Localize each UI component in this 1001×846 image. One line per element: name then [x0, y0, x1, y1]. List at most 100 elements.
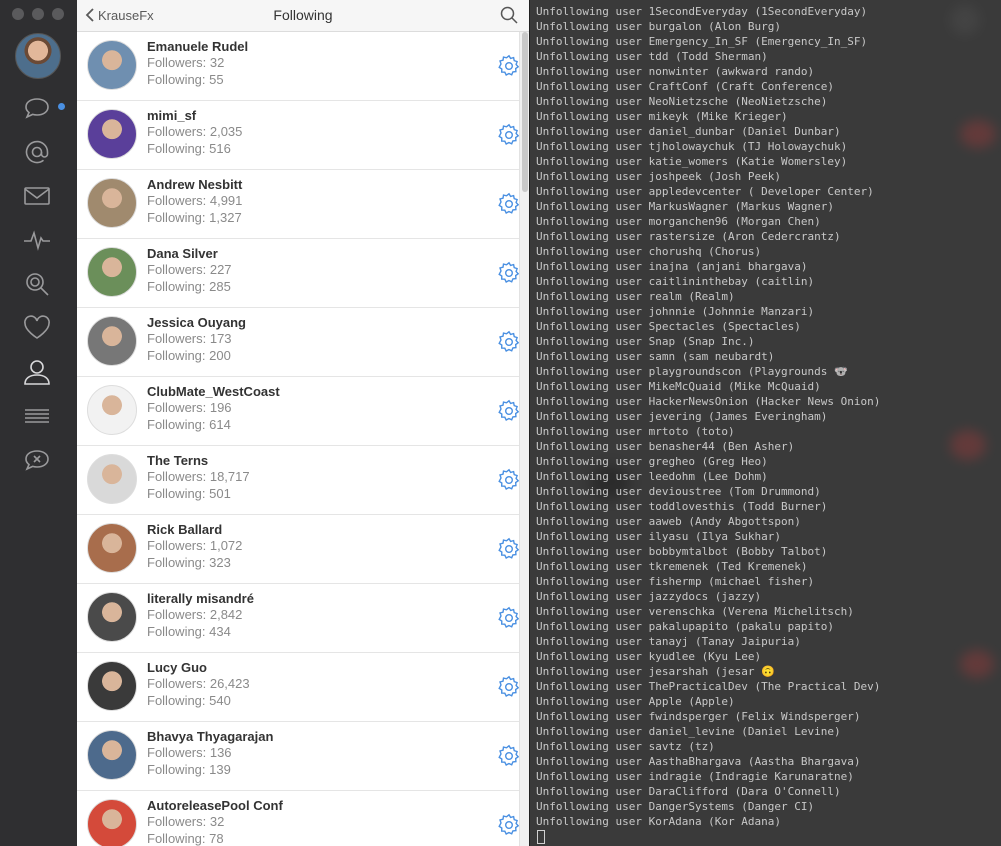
- followers-count: Followers: 26,423: [147, 676, 250, 691]
- terminal-line: Unfollowing user pakalupapito (pakalu pa…: [536, 620, 835, 633]
- user-avatar[interactable]: [87, 730, 137, 780]
- following-count: Following: 516: [147, 141, 231, 156]
- followers-count: Followers: 2,842: [147, 607, 243, 622]
- terminal-line: Unfollowing user Emergency_In_SF (Emerge…: [536, 35, 868, 48]
- terminal-line: Unfollowing user chorushq (Chorus): [536, 245, 762, 258]
- mentions-icon[interactable]: [22, 137, 52, 167]
- gear-icon[interactable]: [497, 261, 521, 285]
- panel-header: KrauseFx Following: [77, 0, 529, 32]
- user-avatar[interactable]: [87, 178, 137, 228]
- gear-icon[interactable]: [497, 330, 521, 354]
- terminal-line: Unfollowing user kyudlee (Kyu Lee): [536, 650, 762, 663]
- user-avatar[interactable]: [87, 592, 137, 642]
- unread-indicator: [58, 103, 65, 110]
- user-avatar[interactable]: [87, 109, 137, 159]
- following-row[interactable]: Jessica Ouyang Followers: 173 Following:…: [77, 308, 521, 377]
- terminal-line: Unfollowing user fishermp (michael fishe…: [536, 575, 815, 588]
- terminal-line: Unfollowing user Spectacles (Spectacles): [536, 320, 801, 333]
- gear-icon[interactable]: [497, 54, 521, 78]
- terminal-line: Unfollowing user MikeMcQuaid (Mike McQua…: [536, 380, 821, 393]
- following-row[interactable]: Dana Silver Followers: 227 Following: 28…: [77, 239, 521, 308]
- terminal-line: Unfollowing user indragie (Indragie Karu…: [536, 770, 854, 783]
- terminal-line: Unfollowing user Apple (Apple): [536, 695, 735, 708]
- terminal-line: Unfollowing user toddlovesthis (Todd Bur…: [536, 500, 828, 513]
- terminal-line: Unfollowing user joshpeek (Josh Peek): [536, 170, 782, 183]
- user-avatar[interactable]: [87, 454, 137, 504]
- terminal-line: Unfollowing user katie_womers (Katie Wom…: [536, 155, 848, 168]
- followers-count: Followers: 136: [147, 745, 232, 760]
- following-row[interactable]: Bhavya Thyagarajan Followers: 136 Follow…: [77, 722, 521, 791]
- mail-icon[interactable]: [22, 181, 52, 211]
- app-sidebar: [0, 0, 77, 846]
- terminal-line: Unfollowing user bobbymtalbot (Bobby Tal…: [536, 545, 828, 558]
- gear-icon[interactable]: [497, 123, 521, 147]
- user-name: AutoreleasePool Conf: [147, 798, 283, 813]
- followers-count: Followers: 2,035: [147, 124, 243, 139]
- following-row[interactable]: Lucy Guo Followers: 26,423 Following: 54…: [77, 653, 521, 722]
- following-row[interactable]: literally misandré Followers: 2,842 Foll…: [77, 584, 521, 653]
- window-close-button[interactable]: [12, 8, 24, 20]
- messages-icon[interactable]: [22, 93, 52, 123]
- gear-icon[interactable]: [497, 537, 521, 561]
- gear-icon[interactable]: [497, 399, 521, 423]
- following-row[interactable]: Rick Ballard Followers: 1,072 Following:…: [77, 515, 521, 584]
- profile-icon[interactable]: [22, 357, 52, 387]
- following-row[interactable]: Andrew Nesbitt Followers: 4,991 Followin…: [77, 170, 521, 239]
- terminal-line: Unfollowing user 1SecondEveryday (1Secon…: [536, 5, 868, 18]
- scroll-thumb[interactable]: [522, 32, 528, 192]
- following-row[interactable]: ClubMate_WestCoast Followers: 196 Follow…: [77, 377, 521, 446]
- gear-icon[interactable]: [497, 744, 521, 768]
- user-avatar[interactable]: [87, 385, 137, 435]
- terminal-line: Unfollowing user Snap (Snap Inc.): [536, 335, 755, 348]
- user-name: Rick Ballard: [147, 522, 223, 537]
- user-avatar[interactable]: [87, 661, 137, 711]
- lists-icon[interactable]: [22, 401, 52, 431]
- terminal-line: Unfollowing user savtz (tz): [536, 740, 715, 753]
- user-avatar[interactable]: [87, 40, 137, 90]
- likes-icon[interactable]: [22, 313, 52, 343]
- gear-icon[interactable]: [497, 675, 521, 699]
- following-row[interactable]: mimi_sf Followers: 2,035 Following: 516: [77, 101, 521, 170]
- search-icon[interactable]: [22, 269, 52, 299]
- user-name: Bhavya Thyagarajan: [147, 729, 274, 744]
- user-name: ClubMate_WestCoast: [147, 384, 280, 399]
- user-avatar[interactable]: [87, 247, 137, 297]
- followers-count: Followers: 227: [147, 262, 232, 277]
- following-count: Following: 200: [147, 348, 231, 363]
- user-avatar[interactable]: [87, 523, 137, 573]
- terminal-line: Unfollowing user daniel_levine (Daniel L…: [536, 725, 841, 738]
- user-avatar[interactable]: [87, 316, 137, 366]
- gear-icon[interactable]: [497, 192, 521, 216]
- followers-count: Followers: 1,072: [147, 538, 243, 553]
- user-avatar[interactable]: [87, 799, 137, 846]
- terminal-line: Unfollowing user inajna (anjani bhargava…: [536, 260, 808, 273]
- search-icon[interactable]: [500, 6, 518, 24]
- following-count: Following: 55: [147, 72, 224, 87]
- list-scrollbar[interactable]: [519, 32, 529, 846]
- followers-count: Followers: 196: [147, 400, 232, 415]
- gear-icon[interactable]: [497, 468, 521, 492]
- terminal-line: Unfollowing user morganchen96 (Morgan Ch…: [536, 215, 821, 228]
- window-minimize-button[interactable]: [32, 8, 44, 20]
- gear-icon[interactable]: [497, 813, 521, 837]
- user-name: Dana Silver: [147, 246, 218, 261]
- gear-icon[interactable]: [497, 606, 521, 630]
- terminal-line: Unfollowing user KorAdana (Kor Adana): [536, 815, 782, 828]
- terminal-line: Unfollowing user playgroundscon (Playgro…: [536, 365, 848, 378]
- following-row[interactable]: Emanuele Rudel Followers: 32 Following: …: [77, 32, 521, 101]
- mute-icon[interactable]: [22, 445, 52, 475]
- terminal-line: Unfollowing user caitlininthebay (caitli…: [536, 275, 815, 288]
- terminal-line: Unfollowing user AasthaBhargava (Aastha …: [536, 755, 861, 768]
- following-count: Following: 540: [147, 693, 231, 708]
- window-zoom-button[interactable]: [52, 8, 64, 20]
- activity-icon[interactable]: [22, 225, 52, 255]
- following-count: Following: 285: [147, 279, 231, 294]
- followers-count: Followers: 32: [147, 814, 225, 829]
- account-avatar[interactable]: [15, 33, 61, 79]
- terminal-line: Unfollowing user mrtoto (toto): [536, 425, 735, 438]
- user-name: The Terns: [147, 453, 209, 468]
- following-row[interactable]: AutoreleasePool Conf Followers: 32 Follo…: [77, 791, 521, 846]
- following-row[interactable]: The Terns Followers: 18,717 Following: 5…: [77, 446, 521, 515]
- following-count: Following: 1,327: [147, 210, 242, 225]
- user-name: mimi_sf: [147, 108, 197, 123]
